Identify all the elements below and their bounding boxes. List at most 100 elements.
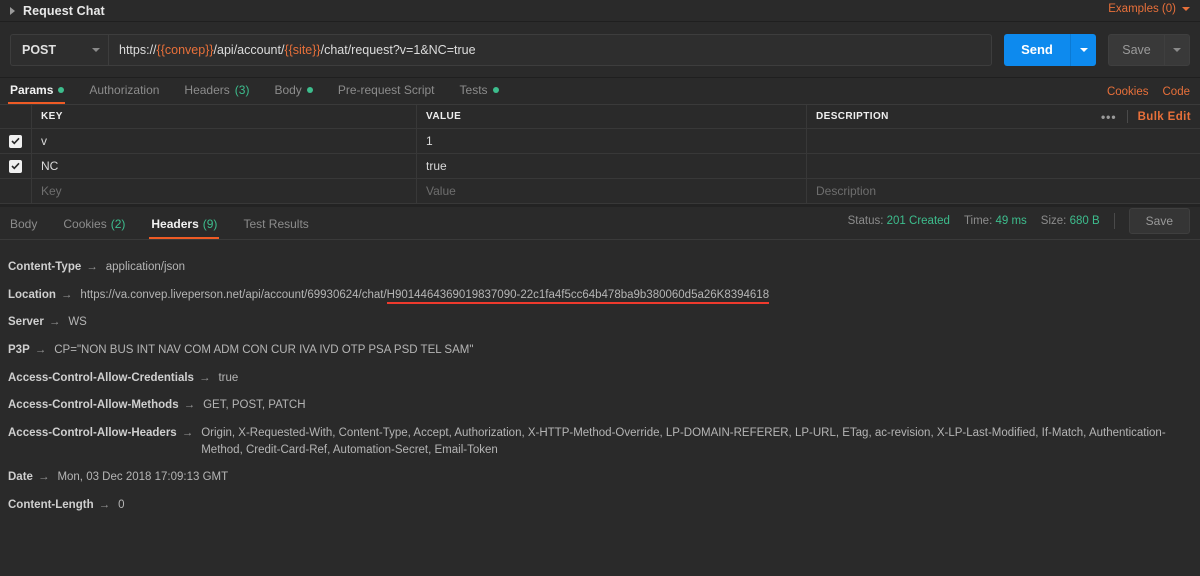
response-meta: Status: 201 Created Time: 49 ms Size: 68… — [848, 208, 1190, 234]
chevron-down-icon — [1079, 47, 1088, 52]
row-checkbox[interactable] — [9, 159, 22, 173]
header-row-access-control-allow-headers: Access-Control-Allow-Headers → Origin, X… — [8, 420, 1192, 464]
header-name: Server — [8, 316, 44, 329]
arrow-right-icon: → — [37, 471, 50, 484]
new-param-value-input[interactable]: Value — [417, 179, 807, 203]
arrow-right-icon: → — [198, 371, 211, 384]
param-key[interactable]: v — [32, 129, 417, 153]
tab-label: Headers — [184, 83, 230, 97]
header-value: Origin, X-Requested-With, Content-Type, … — [201, 427, 1166, 456]
header-row-access-control-allow-methods: Access-Control-Allow-Methods → GET, POST… — [8, 392, 1192, 420]
tab-params[interactable]: Params — [7, 83, 77, 104]
param-value[interactable]: 1 — [417, 129, 807, 153]
arrow-right-icon: → — [98, 499, 111, 512]
header-value: Mon, 03 Dec 2018 17:09:13 GMT — [57, 471, 229, 484]
params-table: KEY VALUE DESCRIPTION ••• Bulk Edit v 1 … — [0, 105, 1200, 204]
triangle-right-icon[interactable] — [10, 6, 15, 15]
status-dot-icon — [492, 87, 499, 93]
send-button[interactable]: Send — [1004, 33, 1070, 66]
url-bar: POST https://{{convep}}/api/account/{{si… — [0, 22, 1200, 78]
tab-label: Authorization — [89, 83, 160, 97]
tab-pre-request-script[interactable]: Pre-request Script — [338, 83, 448, 104]
chevron-down-icon — [1173, 47, 1181, 52]
header-name: Date — [8, 471, 33, 484]
header-row-location: Location → https://va.convep.liveperson.… — [8, 282, 1192, 310]
row-checkbox-cell — [0, 154, 32, 178]
header-row-content-length: Content-Length → 0 — [8, 492, 1192, 520]
response-headers-list: Content-Type → application/json Location… — [0, 240, 1200, 520]
new-param-key-input[interactable]: Key — [32, 179, 417, 203]
examples-dropdown[interactable]: Examples (0) — [1108, 3, 1190, 15]
header-value-prefix: https://va.convep.liveperson.net/api/acc… — [80, 288, 387, 301]
param-key[interactable]: NC — [32, 154, 417, 178]
header-row-server: Server → WS — [8, 309, 1192, 337]
response-tab-bar: Body Cookies (2) Headers (9) Test Result… — [0, 207, 1200, 240]
status-dot-icon — [306, 87, 313, 93]
response-tab-cookies[interactable]: Cookies (2) — [63, 217, 125, 239]
tab-headers[interactable]: Headers (3) — [184, 83, 262, 104]
ellipsis-icon[interactable]: ••• — [1101, 110, 1117, 124]
column-header-description: DESCRIPTION ••• Bulk Edit — [807, 105, 1200, 128]
param-description[interactable] — [807, 129, 1200, 153]
header-value: WS — [68, 316, 87, 329]
tab-badge: (2) — [110, 217, 126, 231]
header-row-p3p: P3P → CP="NON BUS INT NAV COM ADM CON CU… — [8, 337, 1192, 365]
chevron-down-icon — [92, 47, 100, 52]
http-method-value: POST — [22, 42, 57, 57]
cookies-link[interactable]: Cookies — [1107, 86, 1149, 98]
tab-authorization[interactable]: Authorization — [89, 83, 172, 104]
tab-label: Body — [274, 83, 302, 97]
header-name: Location — [8, 288, 56, 301]
header-name: Access-Control-Allow-Methods — [8, 399, 179, 412]
tab-label: Pre-request Script — [337, 83, 435, 97]
tab-tests[interactable]: Tests — [460, 83, 512, 104]
param-description[interactable] — [807, 154, 1200, 178]
size-label: Size: — [1040, 215, 1067, 227]
header-name: Access-Control-Allow-Headers — [8, 427, 177, 440]
column-header-value: VALUE — [417, 105, 807, 128]
time-label: Time: — [963, 215, 993, 227]
header-name: Content-Length — [8, 499, 94, 512]
table-header-row: KEY VALUE DESCRIPTION ••• Bulk Edit — [0, 105, 1200, 129]
header-value-highlighted-chat-id: H9014464369019837090-22c1fa4f5cc64b478ba… — [386, 288, 770, 304]
save-options-button[interactable] — [1164, 33, 1190, 66]
bulk-edit-link[interactable]: Bulk Edit — [1138, 111, 1191, 123]
tab-body[interactable]: Body — [274, 83, 325, 104]
divider — [1113, 213, 1115, 229]
header-checkbox-cell — [0, 105, 32, 128]
save-button[interactable]: Save — [1108, 33, 1164, 66]
tab-badge: (9) — [202, 217, 218, 231]
response-tab-test-results[interactable]: Test Results — [243, 217, 308, 239]
send-button-group: Send — [1004, 33, 1096, 66]
url-middle: /api/account/ — [213, 42, 285, 57]
header-value: true — [218, 371, 239, 384]
code-link[interactable]: Code — [1163, 86, 1191, 98]
header-value: https://va.convep.liveperson.net/api/acc… — [80, 287, 770, 304]
header-name: Content-Type — [8, 261, 82, 273]
page-title: Request Chat — [23, 3, 105, 18]
save-button-group: Save — [1108, 33, 1190, 66]
send-options-button[interactable] — [1070, 33, 1096, 66]
http-method-select[interactable]: POST — [10, 33, 108, 66]
time-badge: Time: 49 ms — [964, 215, 1027, 227]
response-tab-body[interactable]: Body — [10, 217, 37, 239]
header-row-access-control-allow-credentials: Access-Control-Allow-Credentials → true — [8, 365, 1192, 393]
time-value: 49 ms — [995, 215, 1027, 227]
tab-label: Params — [10, 83, 54, 97]
request-links: Cookies Code — [1107, 86, 1190, 98]
request-title-bar: Request Chat Examples (0) — [0, 0, 1200, 22]
chevron-down-icon — [1182, 7, 1190, 11]
url-variable-site: {{site}} — [284, 42, 321, 57]
save-response-button[interactable]: Save — [1128, 208, 1190, 234]
new-param-description-input[interactable]: Description — [807, 179, 1200, 203]
row-checkbox-cell — [0, 129, 32, 153]
arrow-right-icon: → — [34, 344, 47, 357]
header-value: CP="NON BUS INT NAV COM ADM CON CUR IVA … — [54, 344, 474, 357]
row-checkbox[interactable] — [9, 134, 22, 148]
param-value[interactable]: true — [417, 154, 807, 178]
url-input[interactable]: https://{{convep}}/api/account/{{site}} /… — [108, 33, 992, 66]
header-row-date: Date → Mon, 03 Dec 2018 17:09:13 GMT — [8, 464, 1192, 492]
examples-label: Examples (0) — [1108, 3, 1176, 15]
response-tab-headers[interactable]: Headers (9) — [149, 217, 220, 239]
tab-label: Cookies — [63, 217, 107, 231]
